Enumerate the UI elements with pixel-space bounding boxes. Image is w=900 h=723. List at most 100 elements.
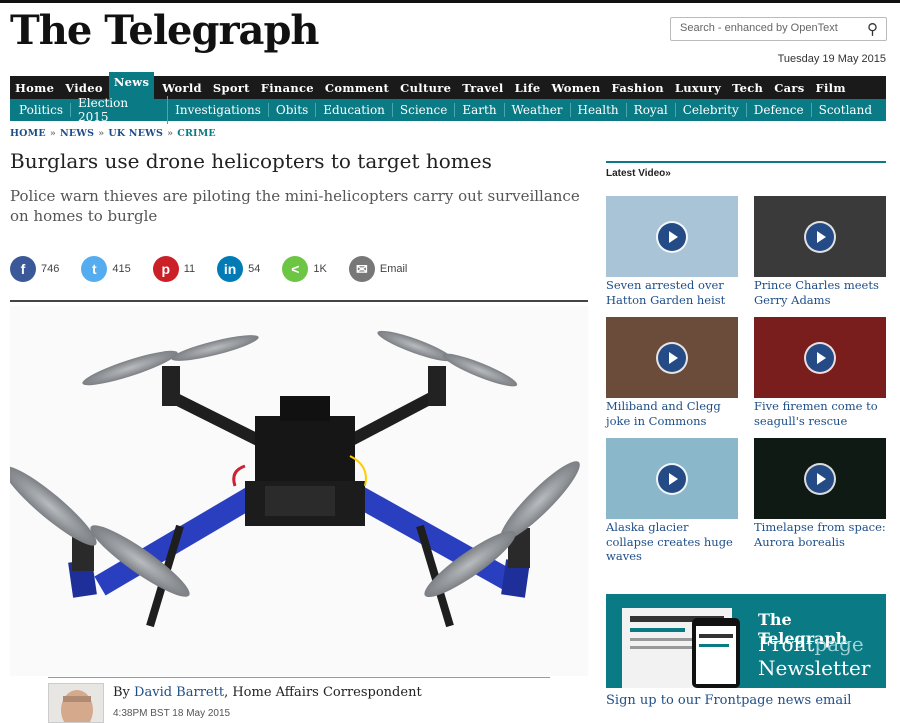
nav-item-world[interactable]: World <box>162 81 202 95</box>
divider <box>10 300 588 302</box>
video-thumbnail[interactable] <box>754 317 886 398</box>
share-pinterest-button[interactable]: p 11 <box>152 256 196 282</box>
pinterest-icon[interactable]: p <box>152 256 179 282</box>
video-card[interactable]: Miliband and Clegg joke in Commons <box>606 317 738 428</box>
nav-item-finance[interactable]: Finance <box>261 81 314 95</box>
nav-item-culture[interactable]: Culture <box>400 81 451 95</box>
breadcrumb-separator: » <box>167 128 174 139</box>
article-hero-image <box>10 306 588 676</box>
subnav-item-science[interactable]: Science <box>400 103 456 117</box>
byline: By David Barrett, Home Affairs Correspon… <box>113 685 422 700</box>
newsletter-promo[interactable]: The Telegraph Frontpage Newsletter <box>606 594 886 688</box>
nav-item-cars[interactable]: Cars <box>774 81 804 95</box>
video-caption[interactable]: Alaska glacier collapse creates huge wav… <box>606 520 738 564</box>
subnav-item-politics[interactable]: Politics <box>19 103 72 117</box>
article-headline: Burglars use drone helicopters to target… <box>10 149 492 173</box>
byline-prefix: By <box>113 685 130 700</box>
video-caption[interactable]: Seven arrested over Hatton Garden heist <box>606 278 738 307</box>
play-icon[interactable] <box>656 341 688 374</box>
nav-item-news[interactable]: News <box>108 72 155 99</box>
promo-title-front: Front <box>758 632 815 656</box>
share-count: 1K <box>313 263 327 275</box>
promo-title-page: page <box>814 632 864 656</box>
share-bar: f 746 t 415 p 11 in 54 <1K ✉ Email <box>10 256 429 282</box>
breadcrumb-separator: » <box>49 128 56 139</box>
subnav-item-royal[interactable]: Royal <box>634 103 676 117</box>
share-share-button[interactable]: <1K <box>282 256 327 282</box>
subnav-item-obits[interactable]: Obits <box>276 103 317 117</box>
video-caption[interactable]: Prince Charles meets Gerry Adams <box>754 278 886 307</box>
subnav-item-celebrity[interactable]: Celebrity <box>683 103 747 117</box>
nav-item-comment[interactable]: Comment <box>325 81 389 95</box>
subnav-item-election-2015[interactable]: Election 2015 <box>78 96 169 124</box>
play-icon[interactable] <box>804 220 836 253</box>
email-icon[interactable]: ✉ <box>348 256 375 282</box>
video-thumbnail[interactable] <box>606 196 738 277</box>
author-avatar <box>48 683 104 723</box>
share-linkedin-button[interactable]: in 54 <box>217 256 260 282</box>
subnav-item-earth[interactable]: Earth <box>462 103 505 117</box>
current-date: Tuesday 19 May 2015 <box>777 53 886 65</box>
breadcrumb-news[interactable]: NEWS <box>60 128 94 139</box>
video-card[interactable]: Prince Charles meets Gerry Adams <box>754 196 886 307</box>
secondary-nav: Politics Election 2015 Investigations Obits… <box>10 96 886 124</box>
breadcrumb-crime[interactable]: CRIME <box>177 128 216 139</box>
video-caption[interactable]: Miliband and Clegg joke in Commons <box>606 399 738 428</box>
share-twitter-button[interactable]: t 415 <box>81 256 131 282</box>
linkedin-icon[interactable]: in <box>217 256 244 282</box>
newsletter-signup-link[interactable]: Sign up to our Frontpage news email <box>606 693 851 708</box>
play-icon[interactable] <box>656 462 688 495</box>
promo-title: Frontpage Newsletter <box>758 632 870 680</box>
nav-item-film[interactable]: Film <box>816 81 846 95</box>
nav-item-tech[interactable]: Tech <box>732 81 763 95</box>
subnav-item-health[interactable]: Health <box>578 103 627 117</box>
video-card[interactable]: Alaska glacier collapse creates huge wav… <box>606 438 738 564</box>
author-link[interactable]: David Barrett <box>134 685 224 700</box>
facebook-icon[interactable]: f <box>10 256 36 282</box>
breadcrumb-home[interactable]: HOME <box>10 128 46 139</box>
play-icon[interactable] <box>656 220 688 253</box>
drone-illustration <box>10 330 580 628</box>
subnav-item-weather[interactable]: Weather <box>512 103 571 117</box>
video-thumbnail[interactable] <box>754 196 886 277</box>
latest-video-heading[interactable]: Latest Video» <box>606 168 671 179</box>
nav-item-video[interactable]: Video <box>65 81 103 95</box>
nav-item-travel[interactable]: Travel <box>462 81 503 95</box>
video-thumbnail[interactable] <box>606 317 738 398</box>
linkedin-count: 54 <box>248 263 261 275</box>
nav-item-sport[interactable]: Sport <box>213 81 250 95</box>
nav-item-home[interactable]: Home <box>15 81 54 95</box>
video-thumbnail[interactable] <box>606 438 738 519</box>
search-icon[interactable]: ⚲ <box>867 20 878 38</box>
video-card[interactable]: Seven arrested over Hatton Garden heist <box>606 196 738 307</box>
video-caption[interactable]: Five firemen come to seagull's rescue <box>754 399 886 428</box>
breadcrumb-uk-news[interactable]: UK NEWS <box>108 128 163 139</box>
video-card[interactable]: Timelapse from space: Aurora borealis <box>754 438 886 549</box>
subnav-item-defence[interactable]: Defence <box>754 103 812 117</box>
video-thumbnail[interactable] <box>754 438 886 519</box>
nav-item-women[interactable]: Women <box>552 81 601 95</box>
subnav-item-education[interactable]: Education <box>323 103 393 117</box>
play-icon[interactable] <box>804 462 836 495</box>
video-card[interactable]: Five firemen come to seagull's rescue <box>754 317 886 428</box>
video-caption[interactable]: Timelapse from space: Aurora borealis <box>754 520 886 549</box>
search-input[interactable]: Search - enhanced by OpenText ⚲ <box>670 17 887 41</box>
subnav-item-investigations[interactable]: Investigations <box>175 103 269 117</box>
nav-item-life[interactable]: Life <box>515 81 541 95</box>
breadcrumb: HOME» NEWS» UK NEWS» CRIME <box>10 128 216 139</box>
byline-divider <box>48 677 550 678</box>
play-icon[interactable] <box>804 341 836 374</box>
share-email-button[interactable]: ✉ Email <box>348 256 407 282</box>
author-role: , Home Affairs Correspondent <box>224 685 422 700</box>
search-placeholder: Search - enhanced by OpenText <box>680 22 838 34</box>
nav-item-fashion[interactable]: Fashion <box>612 81 664 95</box>
twitter-icon[interactable]: t <box>81 256 108 282</box>
share-icon[interactable]: < <box>282 256 309 282</box>
telegraph-logo[interactable]: The Telegraph <box>10 7 320 54</box>
article-standfirst: Police warn thieves are piloting the min… <box>10 187 580 225</box>
nav-item-luxury[interactable]: Luxury <box>675 81 721 95</box>
subnav-item-scotland[interactable]: Scotland <box>819 103 879 117</box>
promo-title-newsletter: Newsletter <box>758 656 871 680</box>
share-facebook-button[interactable]: f 746 <box>10 256 59 282</box>
pinterest-count: 11 <box>183 263 196 275</box>
